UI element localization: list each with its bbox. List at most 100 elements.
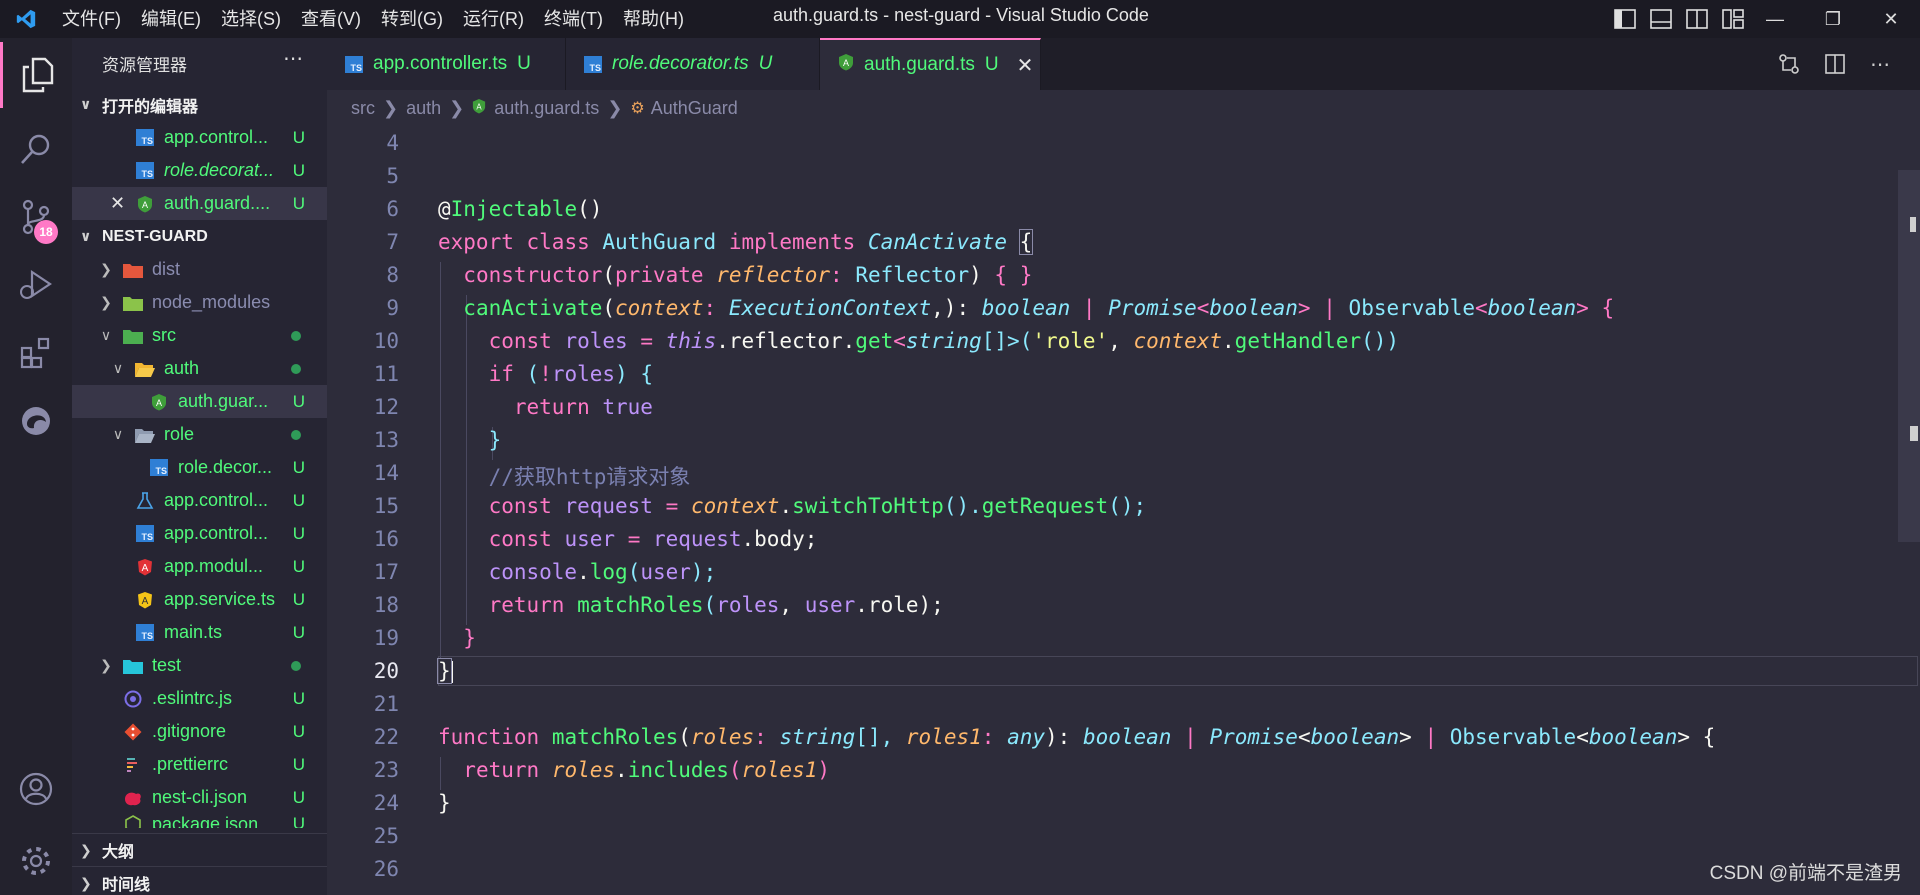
close-editor-icon[interactable]: ✕: [110, 193, 134, 214]
token: AuthGuard: [602, 230, 717, 254]
open-editor-item-active[interactable]: ✕ A auth.guard.... U: [72, 187, 327, 220]
token: []: [981, 329, 1008, 353]
menu-selection[interactable]: 选择(S): [211, 0, 291, 38]
tree-file-app-module[interactable]: A app.modul... U: [72, 550, 327, 583]
project-section[interactable]: ∨ NEST-GUARD: [72, 220, 327, 253]
menu-view[interactable]: 查看(V): [291, 0, 371, 38]
breadcrumb-src[interactable]: src: [351, 98, 375, 119]
breadcrumb-auth[interactable]: auth: [406, 98, 441, 119]
tree-folder-node-modules[interactable]: ❯ node_modules: [72, 286, 327, 319]
code-line: }: [438, 791, 451, 815]
tree-folder-test[interactable]: ❯ test: [72, 649, 327, 682]
tree-file-app-controller-spec[interactable]: app.control... U: [72, 484, 327, 517]
timeline-section[interactable]: ❯ 时间线: [72, 866, 327, 895]
svg-text:A: A: [843, 58, 849, 68]
tree-file-gitignore[interactable]: .gitignore U: [72, 715, 327, 748]
token: return: [488, 593, 565, 617]
source-control-icon[interactable]: 18: [0, 184, 72, 250]
tree-file-app-controller[interactable]: TS app.control... U: [72, 517, 327, 550]
token: CanActivate: [867, 230, 1008, 254]
code-editor[interactable]: 4 5 6 7 8 9 10 11 12 13 14 15 16 17 18 1…: [327, 126, 1920, 895]
tree-file-nest-cli[interactable]: nest-cli.json U: [72, 781, 327, 814]
folder-node-icon: [122, 293, 144, 313]
file-name: app.modul...: [164, 556, 264, 576]
line-number: 4: [386, 131, 399, 155]
code-line: }: [438, 626, 476, 650]
menu-go[interactable]: 转到(G): [371, 0, 453, 38]
tree-file-package-json[interactable]: package.json U: [72, 814, 327, 828]
line-number: 22: [373, 725, 399, 749]
tree-file-app-service[interactable]: A app.service.ts U: [72, 583, 327, 616]
close-tab-icon[interactable]: ✕: [1017, 53, 1034, 78]
git-icon: [122, 722, 144, 742]
tab-label: role.decorator.ts: [612, 53, 749, 74]
breadcrumb-file[interactable]: auth.guard.ts: [494, 98, 599, 119]
editor-scrollbar[interactable]: [1898, 170, 1920, 542]
token: const: [488, 494, 552, 518]
typescript-file-icon: TS: [345, 55, 363, 73]
close-window-icon[interactable]: ✕: [1862, 0, 1920, 38]
open-editor-item[interactable]: TS app.control... U: [72, 121, 327, 154]
modified-dot: [291, 660, 301, 671]
token: this: [665, 329, 717, 353]
token: .: [615, 758, 628, 782]
restore-icon[interactable]: ❐: [1804, 0, 1862, 38]
minimize-icon[interactable]: —: [1746, 0, 1804, 38]
menu-run[interactable]: 运行(R): [453, 0, 534, 38]
outline-section[interactable]: ❯ 大纲: [72, 833, 327, 866]
open-editor-item[interactable]: TS role.decorat... U: [72, 154, 327, 187]
tree-file-prettierrc[interactable]: .prettierrc U: [72, 748, 327, 781]
menu-help[interactable]: 帮助(H): [613, 0, 694, 38]
extensions-icon[interactable]: [0, 320, 72, 386]
compare-changes-icon[interactable]: [1778, 53, 1800, 75]
more-actions-icon[interactable]: ⋯: [283, 46, 303, 71]
token: {: [640, 362, 654, 386]
tree-folder-role[interactable]: ∨ role: [72, 418, 327, 451]
menu-file[interactable]: 文件(F): [52, 0, 131, 38]
vscode-logo-icon: [0, 0, 52, 38]
tree-folder-dist[interactable]: ❯ dist: [72, 253, 327, 286]
settings-gear-icon[interactable]: [0, 828, 72, 894]
tree-folder-auth[interactable]: ∨ auth: [72, 352, 327, 385]
code-line-current: }: [437, 658, 453, 684]
more-editor-actions-icon[interactable]: ⋯: [1870, 52, 1890, 77]
token: request: [564, 494, 653, 518]
customize-layout-icon[interactable]: [1722, 9, 1744, 29]
git-status: U: [292, 127, 305, 147]
token: :: [830, 263, 843, 287]
tree-file-role-decorator[interactable]: TS role.decor... U: [72, 451, 327, 484]
menu-terminal[interactable]: 终端(T): [534, 0, 613, 38]
menu-edit[interactable]: 编辑(E): [131, 0, 211, 38]
explorer-header: 资源管理器 ⋯: [72, 38, 327, 88]
split-editor-icon[interactable]: [1824, 53, 1846, 75]
tab-auth-guard[interactable]: A auth.guard.ts U ✕: [820, 38, 1041, 90]
toggle-primary-sidebar-icon[interactable]: [1614, 9, 1636, 29]
edge-devtools-icon[interactable]: [0, 388, 72, 454]
open-editors-section[interactable]: ∨ 打开的编辑器: [72, 88, 327, 121]
token: =: [665, 494, 679, 518]
token: roles: [564, 329, 628, 353]
code-line: function matchRoles(roles: string[], rol…: [438, 725, 1715, 749]
search-icon[interactable]: [0, 116, 72, 182]
tree-file-auth-guard[interactable]: A auth.guar... U: [72, 385, 327, 418]
typescript-file-icon: TS: [134, 623, 156, 643]
token: |: [1184, 725, 1197, 749]
toggle-secondary-sidebar-icon[interactable]: [1686, 9, 1708, 29]
chevron-down-icon: ∨: [80, 228, 92, 244]
file-name: app.control...: [164, 127, 269, 147]
chevron-down-icon: ∨: [100, 327, 112, 343]
run-debug-icon[interactable]: [0, 252, 72, 318]
token: Promise: [1108, 296, 1197, 320]
tab-role-decorator[interactable]: TS role.decorator.ts U: [566, 38, 820, 90]
explorer-icon[interactable]: [0, 42, 72, 108]
git-status: U: [292, 391, 305, 411]
tab-app-controller[interactable]: TS app.controller.ts U: [327, 38, 566, 90]
title-bar: 文件(F) 编辑(E) 选择(S) 查看(V) 转到(G) 运行(R) 终端(T…: [0, 0, 1920, 38]
accounts-icon[interactable]: [0, 756, 72, 822]
tree-file-eslintrc[interactable]: .eslintrc.js U: [72, 682, 327, 715]
toggle-panel-icon[interactable]: [1650, 9, 1672, 29]
tree-file-main[interactable]: TS main.ts U: [72, 616, 327, 649]
tree-folder-src[interactable]: ∨ src: [72, 319, 327, 352]
breadcrumb-symbol[interactable]: AuthGuard: [651, 98, 738, 119]
token: const: [488, 329, 552, 353]
